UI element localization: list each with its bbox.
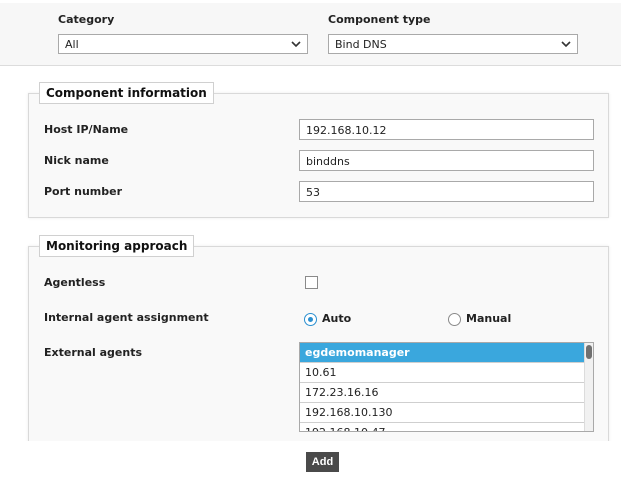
host-input[interactable]: 192.168.10.12 (299, 119, 594, 140)
filter-bar: Category All Component type Bind DNS (0, 0, 621, 66)
scrollbar-thumb[interactable] (586, 345, 592, 359)
nick-name-label: Nick name (44, 154, 109, 167)
host-label: Host IP/Name (44, 123, 129, 136)
component-information-legend: Component information (39, 82, 214, 104)
top-divider (0, 0, 621, 3)
external-agents-listbox[interactable]: egdemomanager 10.61 172.23.16.16 192.168… (299, 342, 594, 432)
auto-radio[interactable] (304, 313, 317, 326)
agentless-label: Agentless (44, 276, 106, 289)
category-select-value: All (65, 38, 79, 51)
internal-agent-assignment-label: Internal agent assignment (44, 311, 209, 324)
component-type-select-value: Bind DNS (335, 38, 387, 51)
manual-radio-label[interactable]: Manual (466, 312, 511, 325)
list-item[interactable]: 192.168.10.130 (300, 403, 586, 423)
listbox-scrollbar[interactable] (584, 343, 593, 431)
auto-radio-label[interactable]: Auto (322, 312, 351, 325)
chevron-down-icon (291, 41, 301, 48)
port-number-label: Port number (44, 185, 123, 198)
nick-name-input[interactable]: binddns (299, 150, 594, 171)
port-number-input[interactable]: 53 (299, 181, 594, 202)
list-item[interactable]: egdemomanager (300, 343, 586, 363)
list-item[interactable]: 192.168.10.47 (300, 423, 586, 431)
list-item[interactable]: 10.61 (300, 363, 586, 383)
component-type-select[interactable]: Bind DNS (328, 34, 578, 54)
add-button[interactable]: Add (306, 452, 339, 472)
monitoring-approach-legend: Monitoring approach (39, 235, 195, 257)
category-label: Category (58, 13, 115, 26)
list-item[interactable]: 172.23.16.16 (300, 383, 586, 403)
external-agents-label: External agents (44, 346, 143, 359)
component-type-label: Component type (328, 13, 431, 26)
category-select[interactable]: All (58, 34, 308, 54)
agentless-checkbox[interactable] (305, 276, 318, 289)
manual-radio[interactable] (448, 313, 461, 326)
chevron-down-icon (561, 41, 571, 48)
